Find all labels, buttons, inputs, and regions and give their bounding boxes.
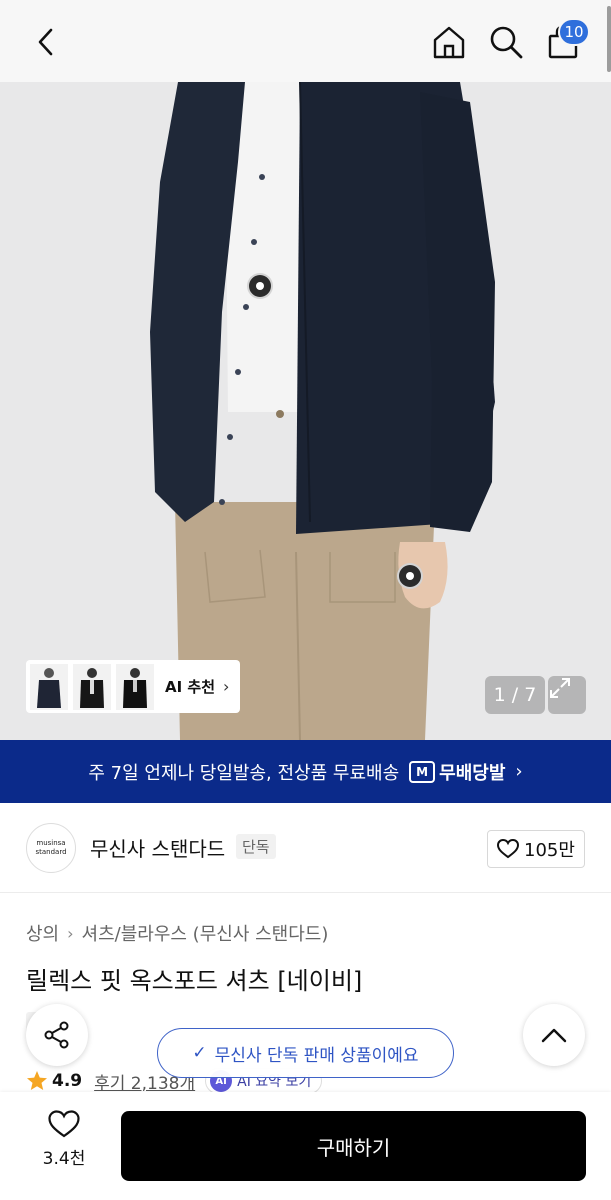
brand-like-count: 105만	[524, 840, 575, 861]
toast-text: 무신사 단독 판매 상품이에요	[214, 1045, 419, 1066]
delivery-logo: M 무배당발	[409, 759, 505, 785]
brand-row: musinsa standard 무신사 스탠다드 단독 105만	[0, 803, 611, 893]
chevron-right-icon: ›	[515, 761, 523, 782]
bottom-purchase-bar: 3.4천 구매하기	[0, 1092, 611, 1200]
brand-logo-line1: musinsa	[36, 839, 66, 847]
scroll-to-top-button[interactable]	[523, 1004, 585, 1066]
chevron-up-icon	[541, 1028, 567, 1043]
chevron-left-icon	[38, 28, 53, 56]
ai-recommend-thumbnail-3[interactable]	[116, 663, 154, 710]
image-page-counter: 1 / 7	[485, 676, 545, 714]
breadcrumb-subcategory[interactable]: 셔츠/블라우스 (무신사 스탠다드)	[82, 920, 329, 946]
free-delivery-banner[interactable]: 주 7일 언제나 당일발송, 전상품 무료배송 M 무배당발 ›	[0, 740, 611, 803]
delivery-logo-text: 무배당발	[439, 762, 506, 784]
product-hotspot-shirt[interactable]	[247, 273, 273, 299]
share-button[interactable]	[26, 1004, 88, 1066]
ai-recommend-thumbnail-2[interactable]	[73, 663, 111, 710]
exclusive-product-toast: ✓ 무신사 단독 판매 상품이에요	[157, 1028, 454, 1078]
heart-icon	[48, 1110, 80, 1138]
product-hotspot-pants[interactable]	[397, 563, 423, 589]
exclusive-badge: 단독	[236, 834, 276, 859]
top-app-bar: 10	[0, 0, 611, 82]
star-icon	[27, 1071, 47, 1090]
favorite-count: 3.4천	[42, 1149, 86, 1169]
scrollbar[interactable]	[607, 6, 611, 72]
heart-icon	[497, 839, 520, 859]
expand-icon	[550, 678, 570, 698]
check-icon: ✓	[192, 1043, 207, 1063]
product-title: 릴렉스 핏 옥스포드 셔츠 [네이비]	[26, 967, 363, 995]
delivery-truck-icon: M	[409, 760, 436, 783]
cart-count-badge: 10	[558, 18, 590, 46]
search-icon	[490, 26, 523, 59]
chevron-right-icon: ›	[223, 677, 230, 696]
brand-like-button[interactable]: 105만	[487, 830, 585, 868]
brand-name-link[interactable]: 무신사 스탠다드	[90, 833, 225, 862]
breadcrumb-category[interactable]: 상의	[26, 920, 59, 946]
breadcrumb: 상의 › 셔츠/블라우스 (무신사 스탠다드)	[26, 920, 328, 946]
ai-recommendation-button[interactable]: AI 추천 ›	[26, 660, 240, 713]
buy-button[interactable]: 구매하기	[121, 1111, 586, 1181]
share-icon	[44, 1021, 69, 1049]
brand-logo-line2: standard	[35, 848, 67, 856]
search-button[interactable]	[486, 22, 526, 62]
ai-recommend-label: AI 추천	[165, 678, 216, 696]
favorite-button[interactable]: 3.4천	[26, 1110, 102, 1180]
home-icon	[433, 26, 465, 59]
expand-image-button[interactable]	[548, 676, 586, 714]
rating-value: 4.9	[52, 1071, 83, 1091]
product-image-carousel[interactable]: AI 추천 › 1 / 7	[0, 82, 611, 740]
home-button[interactable]	[429, 22, 469, 62]
brand-logo[interactable]: musinsa standard	[26, 823, 76, 873]
banner-text: 주 7일 언제나 당일발송, 전상품 무료배송	[88, 762, 400, 784]
chevron-right-icon: ›	[67, 923, 74, 943]
back-button[interactable]	[26, 22, 66, 62]
product-photo	[0, 82, 611, 740]
ai-recommend-thumbnail-1[interactable]	[30, 663, 68, 710]
